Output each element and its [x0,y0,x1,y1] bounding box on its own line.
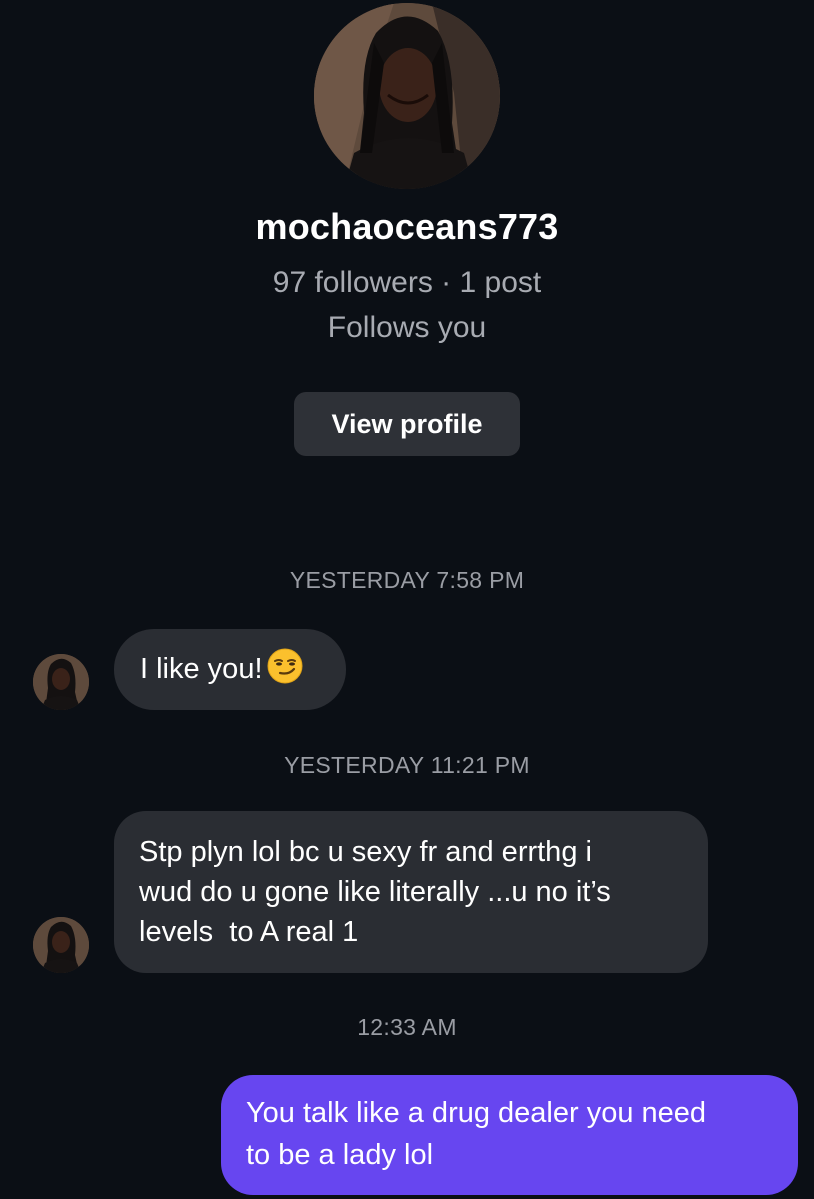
message-line: wud do u gone like literally ...u no it’… [139,876,611,908]
message-text: Stp plyn lol bc u sexy fr and errthg i w… [139,832,611,952]
profile-avatar[interactable] [314,3,500,189]
timestamp: YESTERDAY 7:58 PM [289,567,525,593]
message-line: to be a lady lol [246,1139,434,1171]
view-profile-button[interactable]: View profile [294,392,520,456]
timestamp: 12:33 AM [357,1014,457,1040]
profile-photo [314,3,500,189]
message-line: Stp plyn lol bc u sexy fr and errthg i [139,836,592,868]
profile-stats: 97 followers · 1 post [272,266,542,299]
follows-you-label: Follows you [327,311,487,344]
message-line: I like you! [140,653,263,685]
message-bubble-incoming[interactable]: Stp plyn lol bc u sexy fr and errthg i w… [114,811,708,973]
sender-avatar[interactable] [33,654,89,710]
message-bubble-incoming[interactable]: I like you! [114,629,346,710]
profile-username: mochaoceans773 [255,206,559,247]
message-line: levels to A real 1 [139,916,359,948]
timestamp: YESTERDAY 11:21 PM [284,752,530,778]
sender-photo [33,654,89,710]
sender-avatar[interactable] [33,917,89,973]
smirking-face-emoji-icon [267,648,302,684]
message-bubble-outgoing[interactable]: You talk like a drug dealer you need to … [221,1075,798,1195]
message-text: You talk like a drug dealer you need to … [246,1092,706,1176]
message-text: I like you! [140,648,303,689]
message-line: You talk like a drug dealer you need [246,1097,707,1129]
profile-header: mochaoceans773 97 followers · 1 post Fol… [0,0,814,470]
sender-photo [33,917,89,973]
